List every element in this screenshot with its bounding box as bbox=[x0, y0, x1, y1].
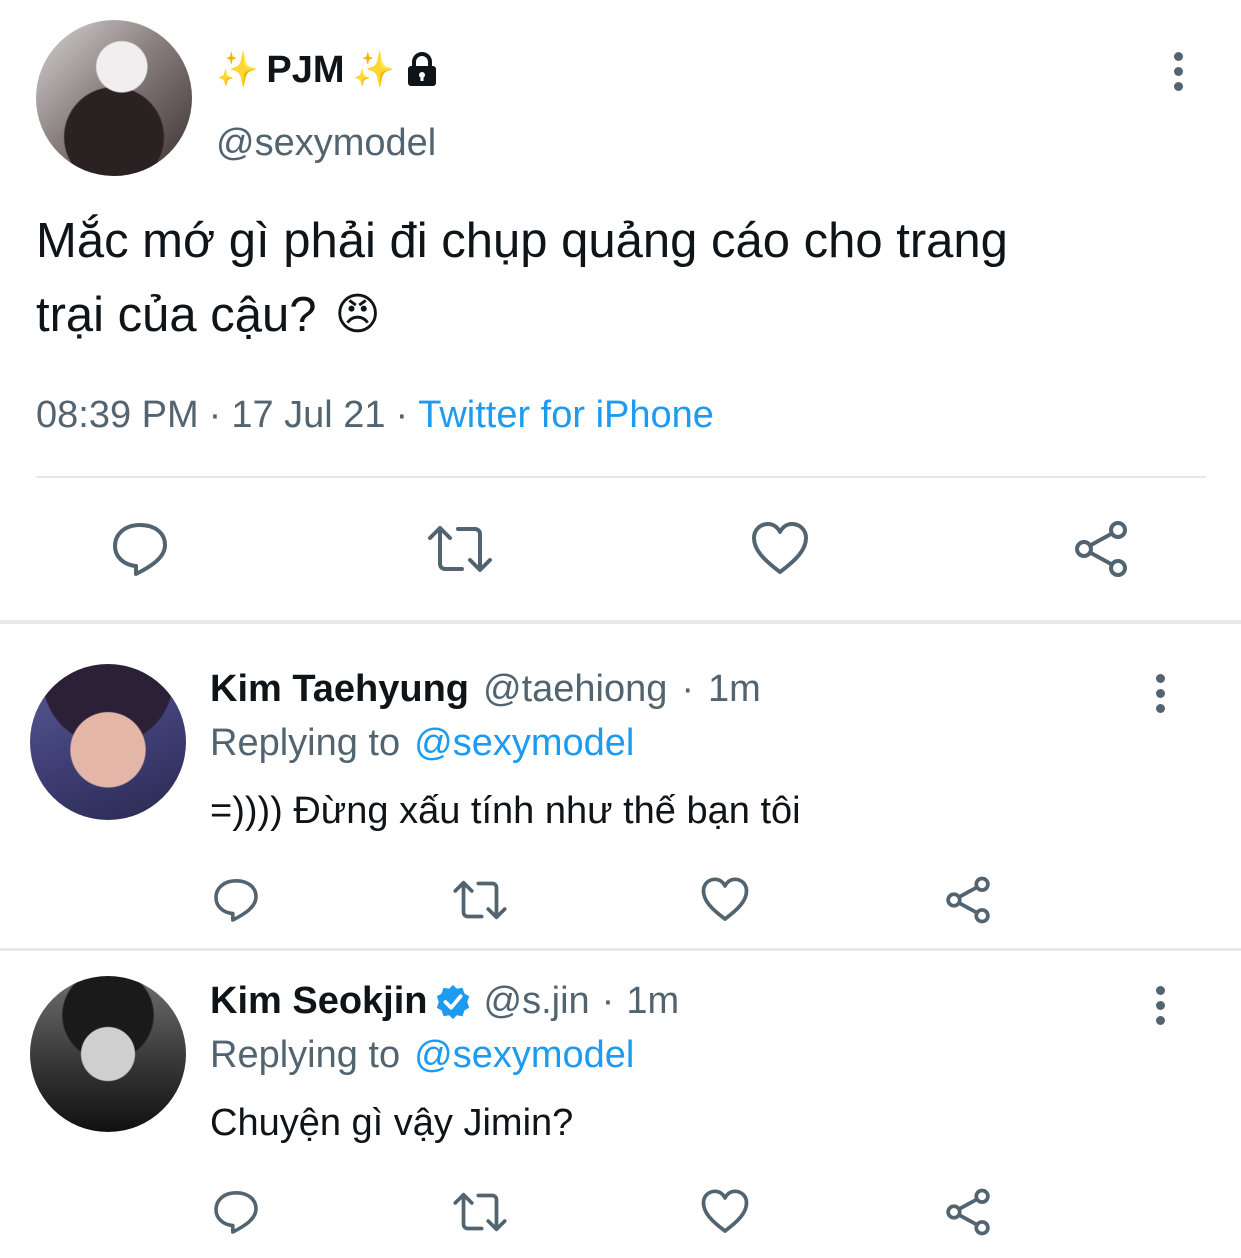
avatar[interactable] bbox=[30, 664, 186, 820]
like-icon bbox=[700, 1188, 750, 1236]
share-icon bbox=[1072, 520, 1130, 578]
tweet-author-row: ✨ PJM ✨ bbox=[216, 44, 439, 96]
more-options-icon[interactable] bbox=[1168, 52, 1188, 91]
replying-to: Replying to @sexymodel bbox=[210, 722, 634, 765]
replying-to-label: Replying to bbox=[210, 1034, 401, 1076]
retweet-button[interactable] bbox=[452, 1188, 508, 1236]
retweet-button[interactable] bbox=[452, 876, 508, 924]
divider bbox=[0, 948, 1241, 951]
display-name[interactable]: PJM bbox=[266, 49, 344, 92]
verified-badge-icon bbox=[434, 983, 472, 1021]
like-icon bbox=[700, 876, 750, 924]
avatar[interactable] bbox=[30, 976, 186, 1132]
tweet-text-line-2: trại của cậu? bbox=[36, 288, 317, 342]
reply-icon bbox=[212, 1188, 260, 1236]
share-button[interactable] bbox=[1072, 520, 1130, 578]
reply-button[interactable] bbox=[212, 1188, 260, 1236]
share-icon bbox=[944, 1188, 992, 1236]
reply-icon bbox=[110, 520, 170, 578]
lock-icon bbox=[405, 52, 439, 88]
retweet-button[interactable] bbox=[426, 520, 494, 578]
meta-separator: · bbox=[395, 394, 409, 436]
meta-separator: · bbox=[601, 980, 615, 1022]
reply-author-name[interactable]: Kim Seokjin bbox=[210, 980, 428, 1023]
reply-time[interactable]: 1m bbox=[626, 980, 679, 1023]
tweet-time[interactable]: 08:39 PM bbox=[36, 394, 199, 437]
reply-time[interactable]: 1m bbox=[708, 668, 761, 711]
angry-emoji: 😠 bbox=[334, 290, 381, 339]
tweet-text: Mắc mớ gì phải đi chụp quảng cáo cho tra… bbox=[36, 204, 1216, 352]
meta-separator: · bbox=[681, 668, 695, 710]
reply-author-name[interactable]: Kim Taehyung bbox=[210, 668, 469, 711]
like-button[interactable] bbox=[700, 876, 750, 924]
avatar[interactable] bbox=[36, 20, 192, 176]
more-options-icon[interactable] bbox=[1150, 674, 1170, 713]
tweet-meta: 08:39 PM · 17 Jul 21 · Twitter for iPhon… bbox=[36, 394, 714, 437]
reply-author-handle[interactable]: @taehiong bbox=[483, 668, 667, 711]
tweet-text-line: trại của cậu? 😠 bbox=[36, 278, 1216, 352]
divider bbox=[36, 476, 1206, 478]
tweet-source-link[interactable]: Twitter for iPhone bbox=[418, 394, 714, 437]
replying-to-label: Replying to bbox=[210, 722, 401, 764]
reply-button[interactable] bbox=[110, 520, 170, 578]
share-button[interactable] bbox=[944, 876, 992, 924]
reply-text: Chuyện gì vậy Jimin? bbox=[210, 1102, 574, 1144]
tweet-text-line: Mắc mớ gì phải đi chụp quảng cáo cho tra… bbox=[36, 214, 1008, 268]
share-button[interactable] bbox=[944, 1188, 992, 1236]
replying-to-handle[interactable]: @sexymodel bbox=[414, 722, 634, 765]
retweet-icon bbox=[426, 520, 494, 578]
reply-text: =)))) Đừng xấu tính như thế bạn tôi bbox=[210, 790, 801, 832]
meta-separator: · bbox=[208, 394, 222, 436]
sparkle-emoji: ✨ bbox=[352, 51, 395, 89]
share-icon bbox=[944, 876, 992, 924]
reply-icon bbox=[212, 876, 260, 924]
replying-to-handle[interactable]: @sexymodel bbox=[414, 1034, 634, 1077]
retweet-icon bbox=[452, 876, 508, 924]
handle[interactable]: @sexymodel bbox=[216, 122, 436, 165]
section-divider bbox=[0, 620, 1241, 624]
like-button[interactable] bbox=[700, 1188, 750, 1236]
tweet-date[interactable]: 17 Jul 21 bbox=[231, 394, 385, 437]
more-options-icon[interactable] bbox=[1150, 986, 1170, 1025]
reply-header: Kim Seokjin @s.jin · 1m bbox=[210, 980, 679, 1023]
replying-to: Replying to @sexymodel bbox=[210, 1034, 634, 1077]
reply-button[interactable] bbox=[212, 876, 260, 924]
sparkle-emoji: ✨ bbox=[216, 51, 259, 89]
retweet-icon bbox=[452, 1188, 508, 1236]
like-icon bbox=[750, 520, 810, 578]
reply-author-handle[interactable]: @s.jin bbox=[484, 980, 590, 1023]
like-button[interactable] bbox=[750, 520, 810, 578]
reply-header: Kim Taehyung @taehiong · 1m bbox=[210, 668, 761, 711]
